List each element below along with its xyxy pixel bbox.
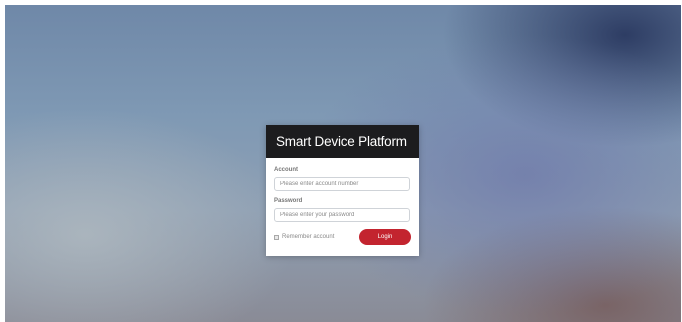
login-form: Account Password Remember account Login (266, 158, 419, 245)
form-actions: Remember account Login (274, 229, 411, 245)
remember-label: Remember account (282, 234, 335, 240)
account-input[interactable] (274, 177, 410, 191)
login-card-header: Smart Device Platform (266, 125, 419, 158)
password-input[interactable] (274, 208, 410, 222)
password-group: Password (274, 198, 411, 222)
account-group: Account (274, 167, 411, 191)
platform-title: Smart Device Platform (276, 134, 407, 149)
login-card: Smart Device Platform Account Password R… (266, 125, 419, 256)
login-button[interactable]: Login (359, 229, 411, 245)
remember-account-toggle[interactable]: Remember account (274, 234, 334, 240)
login-page-background: Smart Device Platform Account Password R… (5, 5, 681, 322)
remember-checkbox[interactable] (274, 234, 279, 240)
account-label: Account (274, 167, 298, 173)
password-label: Password (274, 198, 303, 204)
